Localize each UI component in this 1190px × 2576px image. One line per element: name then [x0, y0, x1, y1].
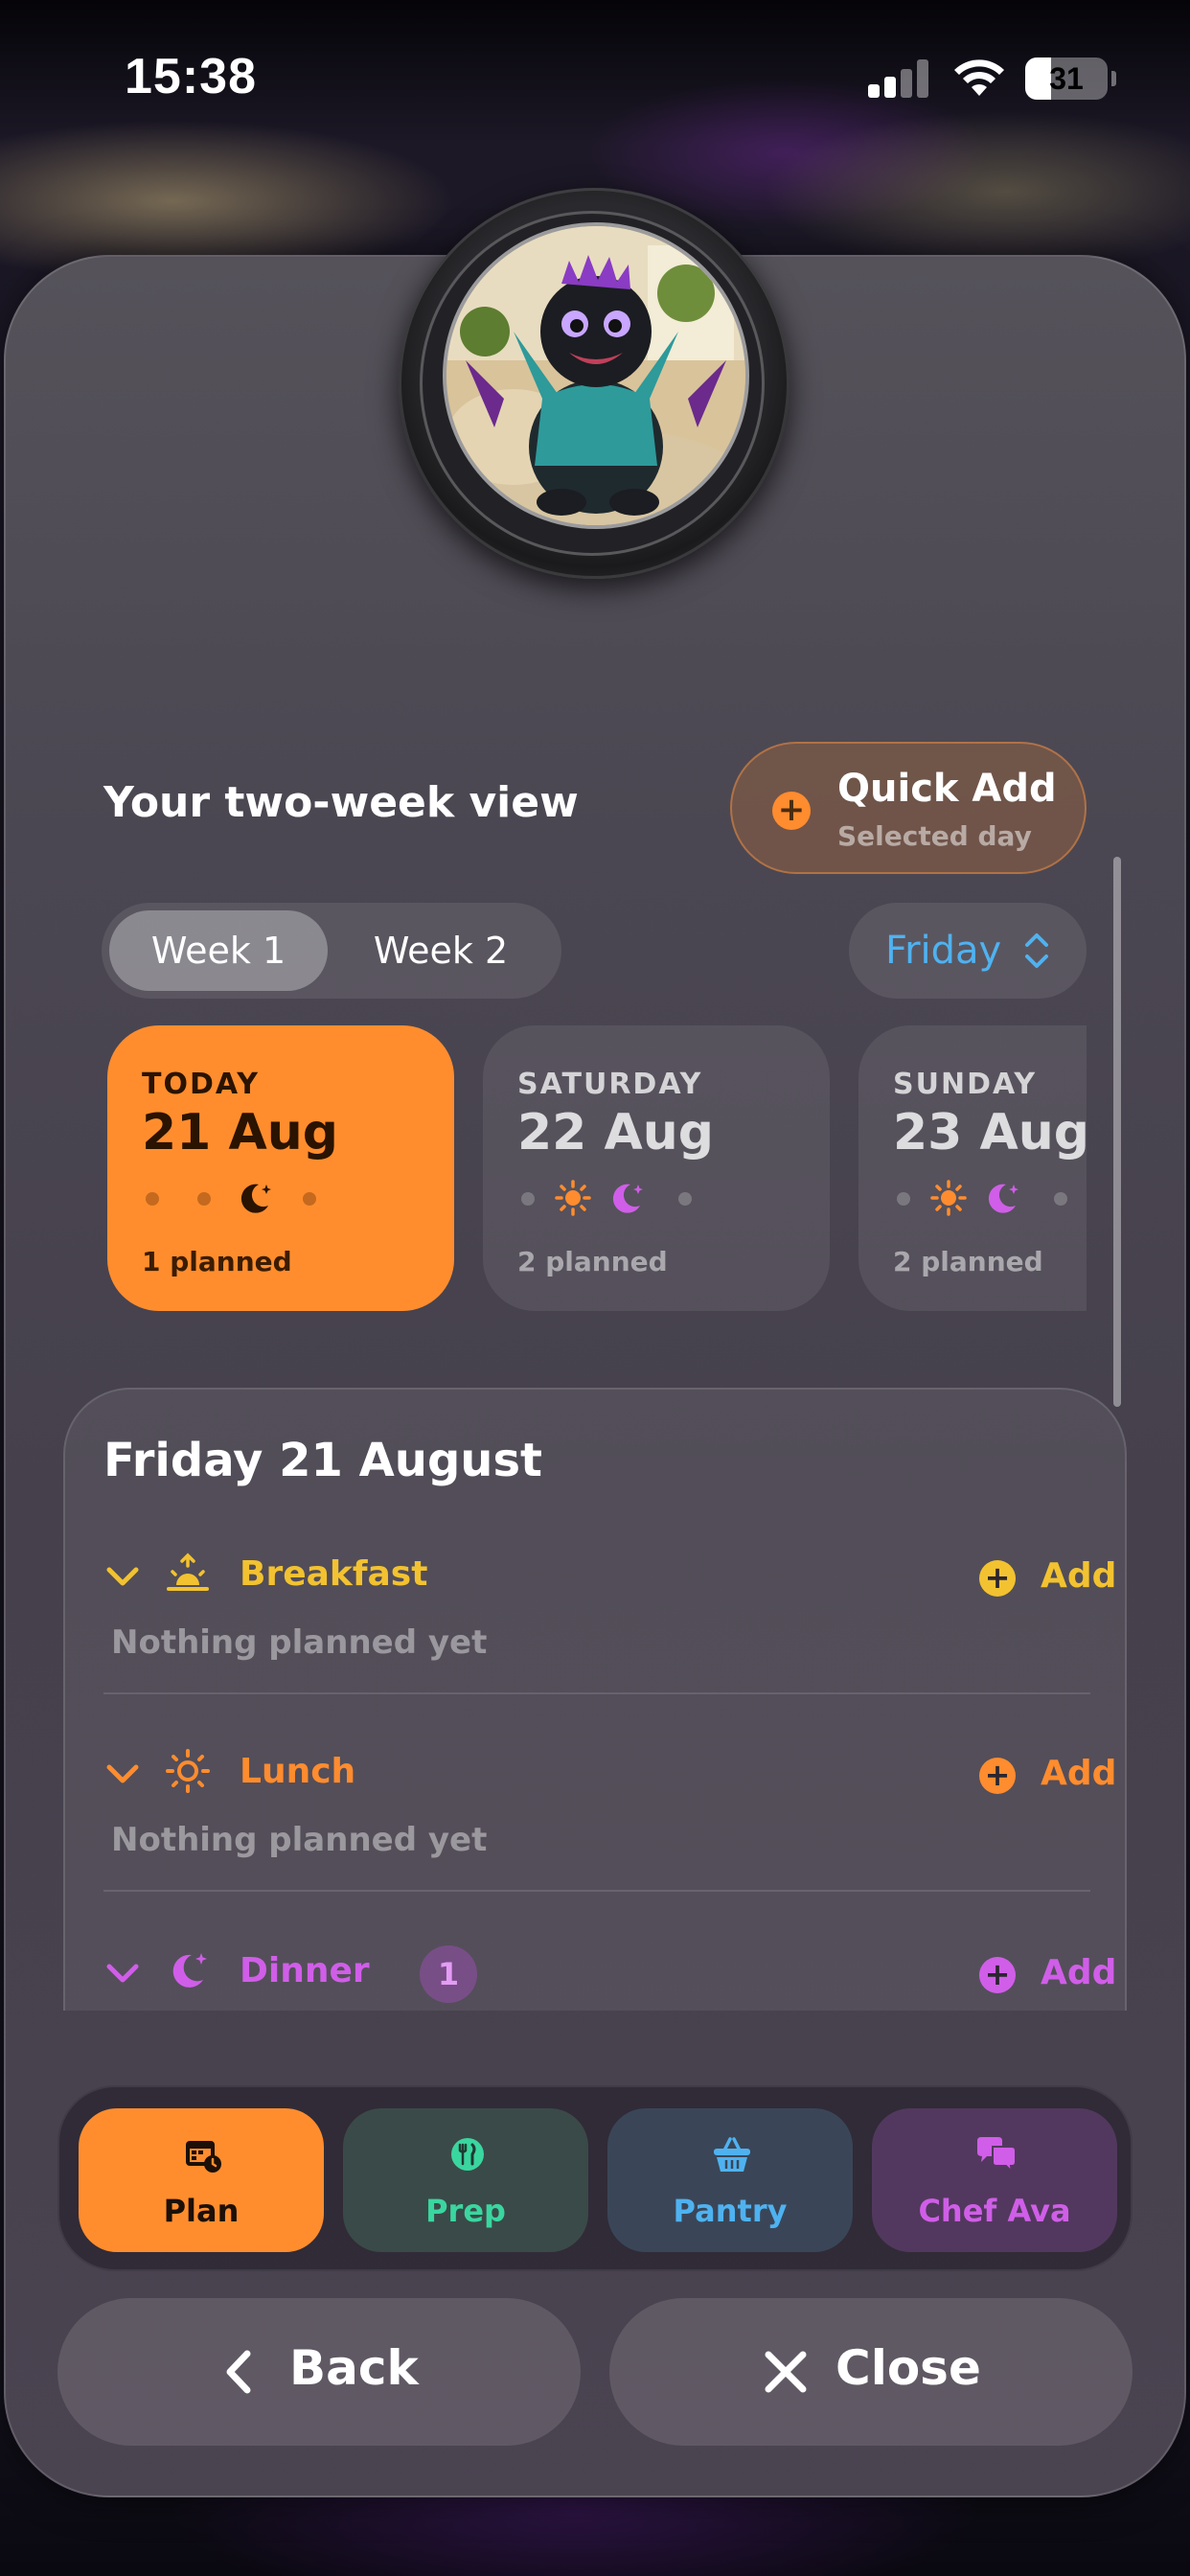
battery-tip	[1111, 71, 1116, 86]
close-icon	[765, 2351, 807, 2393]
moon-icon	[988, 1184, 1018, 1213]
chevron-down-icon[interactable]	[103, 1961, 142, 1988]
breakfast-dot	[521, 1192, 535, 1206]
lunch-dot	[197, 1192, 211, 1206]
tab-pantry[interactable]: Pantry	[607, 2108, 853, 2252]
day-picker[interactable]: Friday	[849, 903, 1087, 999]
planned-count: 2 planned	[893, 1246, 1043, 1277]
day-picker-value: Friday	[885, 929, 1002, 973]
planned-count: 1 planned	[142, 1246, 292, 1277]
sun-icon	[930, 1180, 967, 1216]
add-dinner-button[interactable]: Add	[1041, 1953, 1116, 1992]
day-card-sunday[interactable]: SUNDAY 23 Aug 2 planned	[858, 1025, 1087, 1311]
page-title: Your two-week view	[103, 778, 579, 827]
empty-state-text: Nothing planned yet	[111, 1623, 488, 1662]
back-label: Back	[289, 2340, 419, 2396]
battery-percentage: 31	[1049, 61, 1084, 96]
chevron-left-icon	[226, 2350, 251, 2394]
add-lunch-button[interactable]: Add	[1041, 1754, 1116, 1793]
close-label: Close	[835, 2340, 981, 2396]
breakfast-dot	[146, 1192, 159, 1206]
divider	[103, 1692, 1090, 1694]
dinner-count-badge: 1	[420, 1945, 477, 2003]
add-breakfast-button[interactable]: Add	[1041, 1556, 1116, 1596]
snack-dot	[1054, 1192, 1067, 1206]
breakfast-dot	[897, 1192, 910, 1206]
day-card-saturday[interactable]: SATURDAY 22 Aug 2 planned	[483, 1025, 830, 1311]
tab-label: Prep	[425, 2193, 506, 2229]
chevron-down-icon[interactable]	[103, 1564, 142, 1591]
tab-week-2[interactable]: Week 2	[328, 910, 554, 991]
sunrise-icon	[167, 1552, 209, 1591]
tab-prep[interactable]: Prep	[343, 2108, 588, 2252]
plus-circle-icon[interactable]: +	[979, 1758, 1016, 1794]
plus-circle-icon: +	[772, 792, 811, 830]
snack-dot	[303, 1192, 316, 1206]
cellular-signal-icon	[868, 59, 929, 98]
meal-name: Breakfast	[240, 1554, 428, 1594]
meal-name: Lunch	[240, 1752, 356, 1791]
chevron-down-icon[interactable]	[103, 1761, 142, 1788]
moon-icon	[172, 1953, 207, 1988]
day-detail-panel: Friday 21 August Breakfast + Add Nothing…	[63, 1388, 1127, 2011]
wifi-icon	[954, 59, 1004, 96]
close-button[interactable]: Close	[609, 2298, 1133, 2446]
day-date: 22 Aug	[517, 1104, 714, 1162]
week-segmented-control: Week 1 Week 2	[102, 903, 561, 999]
day-date: 21 Aug	[142, 1104, 338, 1162]
day-detail-title: Friday 21 August	[103, 1434, 542, 1487]
snack-dot	[678, 1192, 692, 1206]
basket-icon	[714, 2137, 750, 2172]
tab-week-1[interactable]: Week 1	[109, 910, 328, 991]
chevron-up-down-icon	[1025, 933, 1048, 968]
battery-indicator: 31	[1025, 58, 1108, 100]
back-button[interactable]: Back	[57, 2298, 581, 2446]
planned-count: 2 planned	[517, 1246, 668, 1277]
quick-add-button[interactable]: + Quick Add Selected day	[730, 742, 1087, 874]
quick-add-label: Quick Add	[837, 767, 1057, 811]
days-carousel[interactable]: TODAY 21 Aug 1 planned SATURDAY 22 Aug 2…	[103, 1022, 1087, 1315]
tab-chef-ava[interactable]: Chef Ava	[872, 2108, 1117, 2252]
quick-add-sublabel: Selected day	[837, 820, 1032, 852]
plus-circle-icon[interactable]: +	[979, 1957, 1016, 1993]
day-date: 23 Aug	[893, 1104, 1087, 1162]
utensils-icon	[451, 2138, 484, 2171]
status-time: 15:38	[125, 49, 257, 104]
moon-icon	[612, 1184, 643, 1213]
sun-icon	[166, 1749, 210, 1793]
tab-label: Pantry	[673, 2193, 788, 2229]
moon-icon	[240, 1184, 271, 1213]
chef-avatar-dragon[interactable]	[446, 226, 745, 525]
meal-name: Dinner	[240, 1951, 370, 1990]
scrollbar[interactable]	[1113, 857, 1121, 1407]
divider	[103, 1890, 1090, 1892]
chat-bubbles-icon	[977, 2137, 1017, 2174]
sun-icon	[555, 1180, 591, 1216]
tab-plan[interactable]: Plan	[79, 2108, 324, 2252]
day-name: TODAY	[142, 1068, 260, 1101]
calendar-icon	[186, 2141, 221, 2173]
status-bar: 15:38 31	[0, 0, 1190, 144]
empty-state-text: Nothing planned yet	[111, 1821, 488, 1859]
day-name: SUNDAY	[893, 1068, 1038, 1101]
day-name: SATURDAY	[517, 1068, 703, 1101]
bottom-tab-bar: Plan Prep Pantry Chef Ava	[57, 2085, 1133, 2271]
tab-label: Plan	[163, 2193, 240, 2229]
plus-circle-icon[interactable]: +	[979, 1560, 1016, 1597]
tab-label: Chef Ava	[918, 2193, 1071, 2229]
day-card-today[interactable]: TODAY 21 Aug 1 planned	[107, 1025, 454, 1311]
